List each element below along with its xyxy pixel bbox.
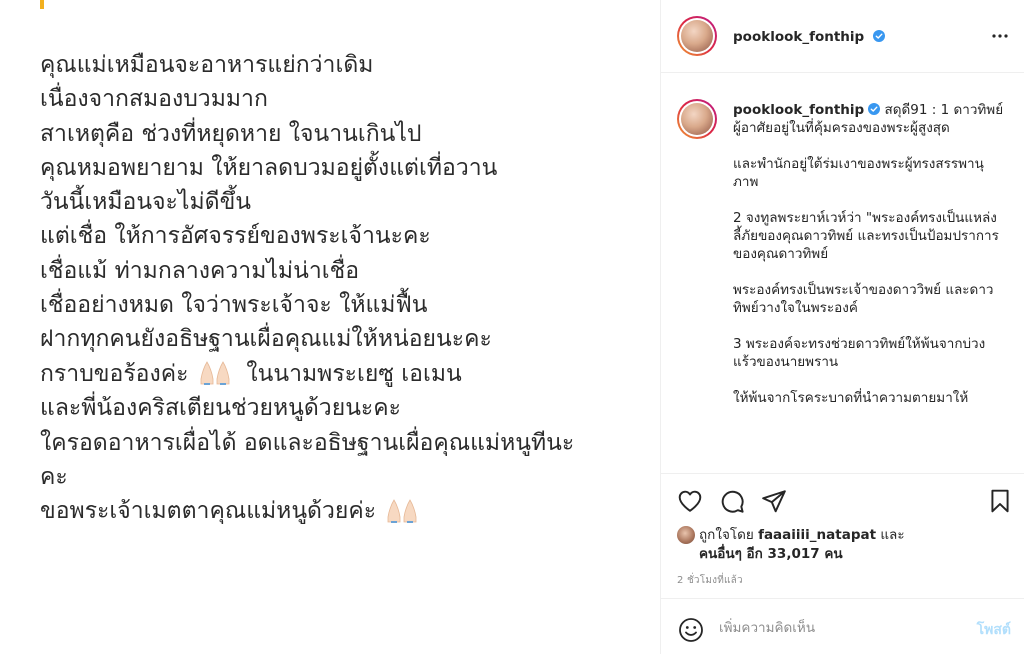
likes-summary: ถูกใจโดย faaaiiii_natapat และ คนอื่นๆ อี…	[677, 526, 1017, 564]
image-text-segment: ในนามพระเยซู เอเมน	[246, 360, 462, 387]
post-timestamp[interactable]: 2 ชั่วโมงที่แล้ว	[677, 573, 743, 588]
image-text-line-with-emoji: ขอพระเจ้าเมตตาคุณแม่หนูด้วยค่ะ	[40, 494, 640, 529]
praying-hands-icon	[200, 361, 214, 386]
image-text-line: คุณหมอพยายาม ให้ยาลดบวมอยู่ตั้งแต่เที่อว…	[40, 154, 498, 181]
avatar[interactable]	[677, 99, 717, 139]
praying-hands-emoji	[387, 495, 419, 529]
post-comment-button[interactable]: โพสต์	[977, 619, 1011, 641]
smiley-face-icon[interactable]	[678, 617, 704, 643]
image-text-line: เนื่องจากสมองบวมมาก	[40, 86, 268, 113]
image-text-line: วันนี้เหมือนจะไม่ดีขึ้น	[40, 189, 252, 216]
image-text-line: คุณแม่เหมือนจะอาหารแย่กว่าเดิม	[40, 52, 374, 78]
caption-username[interactable]: pooklook_fonthip	[733, 102, 864, 118]
image-text-line: ฝากทุกคนยังอธิษฐานเผื่อคุณแม่ให้หน่อยนะค…	[40, 326, 492, 353]
post-image: คุณแม่เหมือนจะอาหารแย่กว่าเดิม เนื่องจาก…	[0, 0, 660, 654]
post-actions: ถูกใจโดย faaaiiii_natapat และ คนอื่นๆ อี…	[661, 473, 1024, 599]
likes-conj: และ	[880, 527, 905, 543]
accent-bar	[40, 0, 44, 9]
post-image-text: คุณแม่เหมือนจะอาหารแย่กว่าเดิม เนื่องจาก…	[40, 48, 640, 529]
image-text-segment: ขอพระเจ้าเมตตาคุณแม่หนูด้วยค่ะ	[40, 498, 377, 525]
header-username-link[interactable]: pooklook_fonthip	[733, 29, 885, 45]
caption-area: pooklook_fonthip สดุดี91 : 1 ดาวทิพย์ผู้…	[661, 73, 1024, 465]
likes-others-link[interactable]: คนอื่นๆ อีก 33,017 คน	[699, 546, 843, 562]
likes-text: ถูกใจโดย faaaiiii_natapat และ คนอื่นๆ อี…	[699, 526, 1017, 564]
caption-paragraph: และพำนักอยู่ใต้ร่มเงาของพระผู้ทรงสรรพานุ…	[733, 156, 984, 190]
post-side-panel: pooklook_fonthip pooklook_fonthip สดุดี9…	[660, 0, 1024, 654]
caption-paragraph: ให้พ้นจากโรคระบาดที่นำความตายมาให้	[733, 390, 969, 406]
verified-badge-icon	[868, 103, 881, 115]
header-username[interactable]: pooklook_fonthip	[733, 29, 864, 45]
image-text-line: เชื่ออย่างหมด ใจว่าพระเจ้าจะ ให้แม่ฟื้น	[40, 292, 428, 319]
image-text-line: เชื่อแม้ ท่ามกลางความไม่น่าเชื่อ	[40, 257, 360, 284]
comment-composer: โพสต์	[661, 598, 1024, 655]
image-text-line: สาเหตุคือ ช่วงที่หยุดหาย ใจนานเกินไป	[40, 120, 422, 147]
caption-first-paragraph: pooklook_fonthip สดุดี91 : 1 ดาวทิพย์ผู้…	[733, 101, 1005, 137]
image-text-line: แต่เชื่อ ให้การอัศจรรย์ของพระเจ้านะคะ	[40, 223, 431, 250]
heart-outline-icon[interactable]	[677, 488, 703, 514]
praying-hands-icon	[388, 498, 401, 523]
caption-paragraph: 2 จงทูลพระยาห์เวห์ว่า "พระองค์ทรงเป็นแหล…	[733, 210, 999, 262]
likes-prefix: ถูกใจโดย	[699, 527, 754, 543]
bookmark-outline-icon[interactable]	[987, 488, 1013, 514]
caption-paragraph: 3 พระองค์จะทรงช่วยดาวทิพย์ให้พ้นจากบ่วงแ…	[733, 336, 986, 370]
comment-input[interactable]	[717, 616, 961, 640]
verified-badge-icon	[872, 30, 885, 42]
paper-plane-icon[interactable]	[761, 488, 787, 514]
image-text-line: และพี่น้องคริสเตียนช่วยหนูด้วยนะคะ	[40, 395, 402, 422]
image-text-line: คะ	[40, 463, 68, 490]
comment-bubble-icon[interactable]	[719, 488, 745, 514]
caption-paragraph: พระองค์ทรงเป็นพระเจ้าของดาววิพย์ และดาวท…	[733, 282, 994, 316]
praying-hands-icon	[216, 361, 230, 386]
caption-body: pooklook_fonthip สดุดี91 : 1 ดาวทิพย์ผู้…	[733, 101, 1005, 425]
praying-hands-emoji	[200, 357, 232, 391]
image-text-line-with-emoji: กราบขอร้องค่ะ ในนามพระเยซู เอเมน	[40, 357, 640, 392]
avatar[interactable]	[677, 16, 717, 56]
more-horizontal-icon[interactable]	[989, 28, 1011, 44]
image-text-segment: กราบขอร้องค่ะ	[40, 360, 189, 387]
praying-hands-icon	[404, 498, 417, 523]
post-header: pooklook_fonthip	[661, 0, 1024, 73]
avatar[interactable]	[677, 526, 695, 544]
liker-username[interactable]: faaaiiii_natapat	[758, 527, 876, 543]
image-text-line: ใครอดอาหารเผื่อได้ อดและอธิษฐานเผื่อคุณแ…	[40, 429, 575, 456]
